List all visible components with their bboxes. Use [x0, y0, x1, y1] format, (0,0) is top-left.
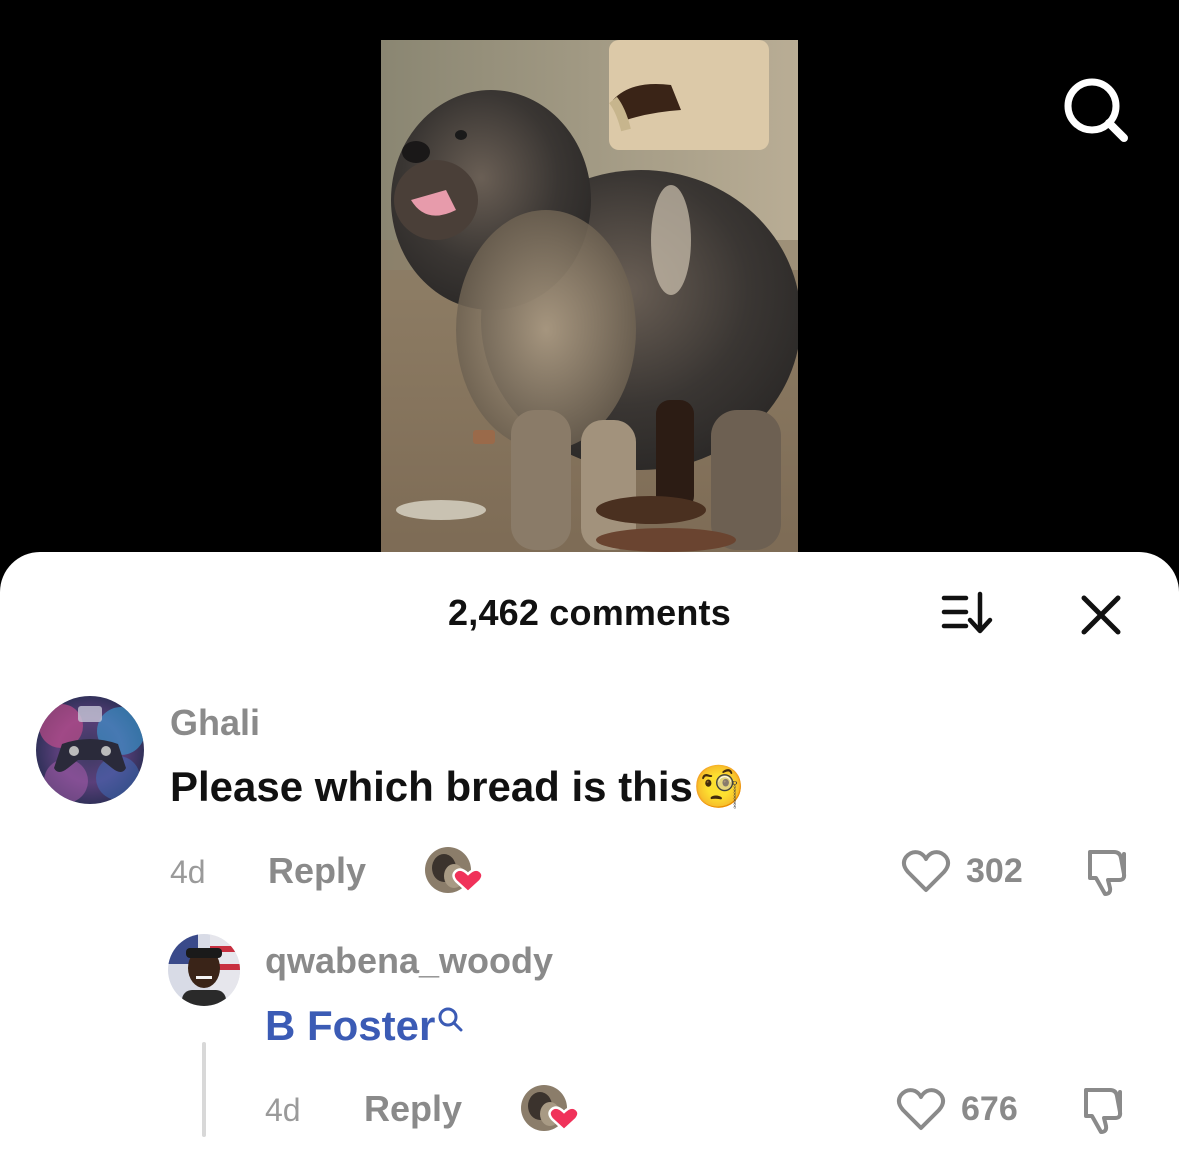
- search-button[interactable]: [1062, 76, 1130, 144]
- creator-heart-icon: [521, 1085, 580, 1132]
- thumbs-down-icon: [1088, 850, 1127, 896]
- like-count: 676: [961, 1089, 1018, 1128]
- reply-avatar[interactable]: [168, 934, 240, 1006]
- comment-text: Please which bread is this🧐: [170, 762, 745, 812]
- like-button[interactable]: 302: [900, 846, 1023, 896]
- search-link-text: B Foster: [265, 1002, 436, 1049]
- thread-line: [202, 1042, 206, 1137]
- reply-username[interactable]: qwabena_woody: [265, 940, 553, 982]
- avatar[interactable]: [36, 696, 144, 804]
- dislike-button[interactable]: [1080, 846, 1132, 898]
- comments-sheet: 2,462 comments Ghali Please which bread …: [0, 552, 1179, 1159]
- search-icon: [438, 1007, 463, 1032]
- close-icon: [1081, 595, 1121, 635]
- video-player[interactable]: [381, 40, 798, 560]
- like-button[interactable]: 676: [895, 1084, 1018, 1134]
- heart-outline-icon: [901, 850, 951, 892]
- reply-button[interactable]: Reply: [364, 1088, 462, 1130]
- heart-outline-icon: [896, 1088, 946, 1130]
- app-screen: 2,462 comments Ghali Please which bread …: [0, 0, 1179, 1159]
- comment-body: Please which bread is this: [170, 763, 693, 810]
- comment-username[interactable]: Ghali: [170, 702, 260, 744]
- creator-liked-badge: [424, 846, 484, 898]
- gamepad-avatar-image: [36, 696, 144, 804]
- reply-timestamp: 4d: [265, 1092, 301, 1128]
- sort-button[interactable]: [940, 590, 1000, 638]
- monocle-emoji: 🧐: [692, 762, 746, 811]
- video-frame-image: [381, 40, 798, 560]
- creator-liked-badge: [520, 1084, 580, 1136]
- close-button[interactable]: [1076, 590, 1126, 640]
- comments-count-title: 2,462 comments: [448, 592, 731, 633]
- comment-timestamp: 4d: [170, 854, 206, 890]
- thumbs-down-icon: [1084, 1088, 1123, 1134]
- person-avatar-image: [168, 934, 240, 1006]
- creator-heart-icon: [425, 847, 484, 894]
- search-link[interactable]: B Foster: [265, 1002, 463, 1050]
- dislike-button[interactable]: [1076, 1084, 1128, 1136]
- sort-icon: [941, 591, 993, 634]
- like-count: 302: [966, 851, 1023, 890]
- search-icon: [1064, 78, 1128, 142]
- reply-button[interactable]: Reply: [268, 850, 366, 892]
